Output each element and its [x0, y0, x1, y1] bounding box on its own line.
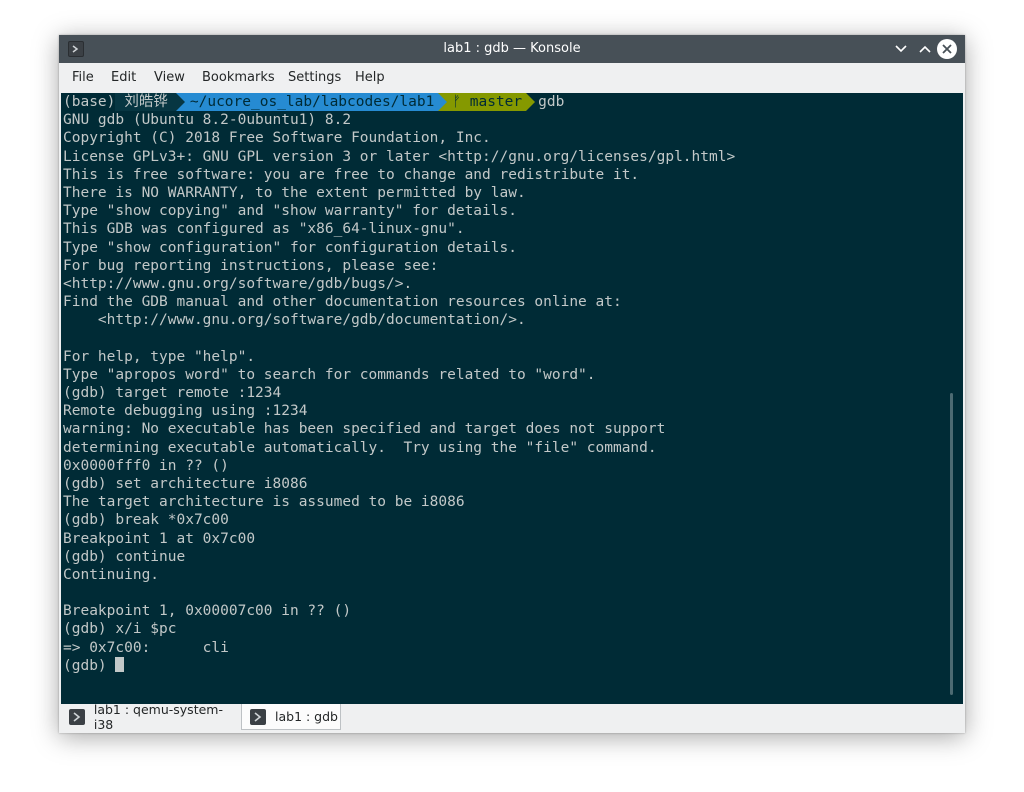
terminal-view[interactable]: (base) 刘皓铧 ~/ucore_os_lab/labcodes/lab1 … [61, 93, 963, 704]
terminal-line: => 0x7c00: cli [63, 639, 229, 656]
terminal-output: (base) 刘皓铧 ~/ucore_os_lab/labcodes/lab1 … [63, 93, 735, 675]
terminal-line: Copyright (C) 2018 Free Software Foundat… [63, 130, 491, 147]
terminal-line: Type "show configuration" for configurat… [63, 239, 517, 256]
terminal-line: <http://www.gnu.org/software/gdb/documen… [63, 312, 526, 329]
terminal-line: The target architecture is assumed to be… [63, 494, 465, 511]
maximize-button[interactable] [915, 39, 935, 59]
prompt-user: 刘皓铧 [115, 93, 185, 112]
terminal-line: (gdb) set architecture i8086 [63, 475, 308, 492]
terminal-line: warning: No executable has been specifie… [63, 421, 666, 438]
terminal-line: 0x0000fff0 in ?? () [63, 457, 229, 474]
terminal-line: Find the GDB manual and other documentat… [63, 294, 622, 311]
menu-settings[interactable]: Settings [288, 70, 341, 85]
tab-label: lab1 : gdb [275, 709, 338, 724]
close-button[interactable] [937, 39, 957, 59]
menu-bookmarks[interactable]: Bookmarks [202, 70, 275, 85]
terminal-line: determining executable automatically. Tr… [63, 439, 657, 456]
scrollbar[interactable] [950, 393, 953, 695]
menu-view[interactable]: View [154, 70, 185, 85]
terminal-line: GNU gdb (Ubuntu 8.2-0ubuntu1) 8.2 [63, 112, 352, 129]
terminal-line: License GPLv3+: GNU GPL version 3 or lat… [63, 148, 736, 165]
chevron-down-icon [895, 45, 907, 53]
title-bar[interactable]: lab1 : gdb — Konsole [59, 35, 965, 63]
terminal-line: (gdb) break *0x7c00 [63, 512, 229, 529]
terminal-line: This is free software: you are free to c… [63, 166, 640, 183]
terminal-line: Breakpoint 1 at 0x7c00 [63, 530, 256, 547]
chevron-up-icon [919, 45, 931, 53]
terminal-line: For help, type "help". [63, 348, 256, 365]
git-branch-icon: ᚠ [452, 94, 462, 110]
current-prompt-line: (gdb) [63, 656, 735, 675]
terminal-line: (gdb) target remote :1234 [63, 385, 282, 401]
terminal-line: There is NO WARRANTY, to the extent perm… [63, 184, 526, 201]
tab-label: lab1 : qemu-system-i38 [93, 702, 223, 732]
minimize-button[interactable] [891, 39, 911, 59]
prompt-user-text: 刘皓铧 [124, 94, 168, 110]
terminal-line: <http://www.gnu.org/software/gdb/bugs/>. [63, 275, 413, 292]
terminal-line: (gdb) continue [63, 548, 186, 565]
gdb-prompt: (gdb) [63, 657, 116, 674]
menu-file[interactable]: File [72, 70, 94, 85]
tab-bar: lab1 : qemu-system-i38 lab1 : gdb [59, 702, 965, 733]
prompt-directory-text: ~/ucore_os_lab/labcodes/lab1 [189, 94, 435, 110]
window-title: lab1 : gdb — Konsole [443, 41, 581, 56]
terminal-line: Type "apropos word" to search for comman… [63, 366, 596, 383]
tab-gdb[interactable]: lab1 : gdb [241, 704, 341, 730]
terminal-line: (gdb) x/i $pc [63, 621, 177, 638]
prompt-git-branch-text: master [469, 94, 523, 110]
terminal-line: This GDB was configured as "x86_64-linux… [63, 221, 465, 238]
konsole-window: lab1 : gdb — Konsole File Edit View Book… [59, 35, 965, 733]
terminal-icon [69, 709, 85, 725]
terminal-icon [250, 708, 266, 725]
menu-edit[interactable]: Edit [111, 70, 136, 85]
terminal-line: Type "show copying" and "show warranty" … [63, 203, 517, 220]
menu-bar: File Edit View Bookmarks Settings Help [59, 63, 965, 93]
prompt-directory: ~/ucore_os_lab/labcodes/lab1 [175, 93, 448, 112]
prompt-env: (base) [63, 94, 116, 110]
terminal-line: For bug reporting instructions, please s… [63, 257, 439, 274]
menu-help[interactable]: Help [355, 70, 385, 85]
terminal-line: Breakpoint 1, 0x00007c00 in ?? () [63, 603, 352, 620]
close-icon [942, 44, 952, 54]
terminal-line: Remote debugging using :1234 [63, 403, 308, 420]
tab-qemu[interactable]: lab1 : qemu-system-i38 [61, 702, 241, 732]
text-cursor [115, 656, 125, 672]
prompt-git-branch: ᚠ master [438, 93, 536, 112]
terminal-line: Continuing. [63, 566, 160, 583]
shell-prompt: (base) 刘皓铧 ~/ucore_os_lab/labcodes/lab1 … [63, 93, 735, 112]
